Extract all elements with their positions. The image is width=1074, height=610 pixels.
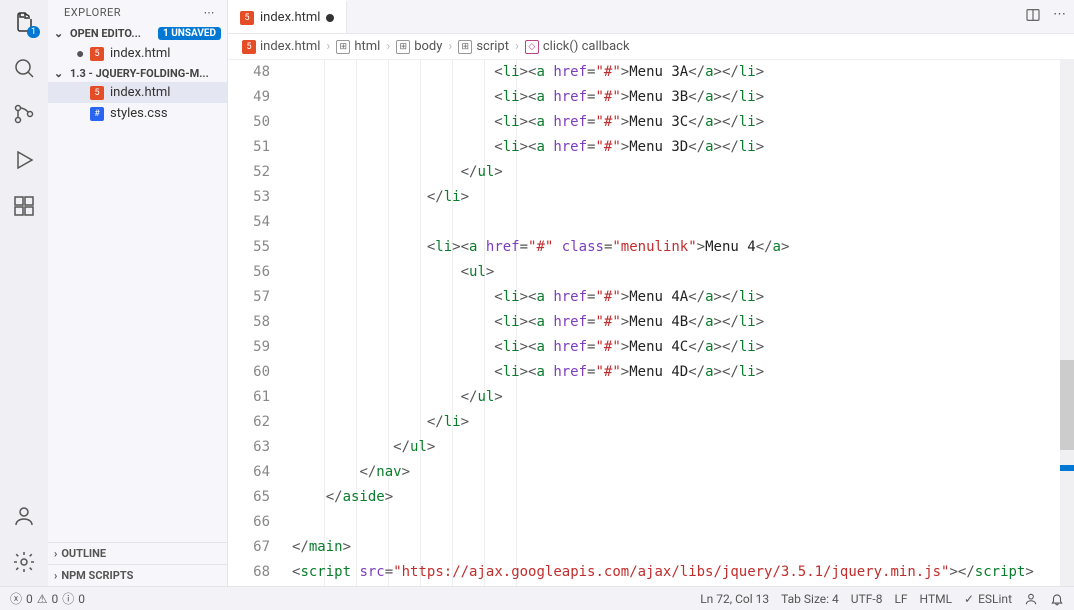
search-icon[interactable] — [10, 54, 38, 82]
open-editors-label: OPEN EDITO... — [70, 27, 141, 40]
line-gutter: 48 49 50 51 52 53 54 55 56 57 58 59 60 6… — [228, 60, 288, 586]
unsaved-badge: 1 UNSAVED — [158, 27, 221, 40]
html-file-icon: 5 — [90, 47, 104, 61]
chevron-right-icon: › — [54, 547, 57, 560]
encoding[interactable]: UTF-8 — [851, 592, 883, 606]
modified-dot-icon: ● — [76, 45, 84, 62]
editor-tab[interactable]: 5 index.html — [228, 0, 347, 33]
open-editors-header[interactable]: ⌄ OPEN EDITO... 1 UNSAVED — [48, 25, 227, 42]
activity-bar: 1 — [0, 0, 48, 586]
extensions-icon[interactable] — [10, 192, 38, 220]
method-icon: ◇ — [525, 40, 539, 54]
status-bar: ⓧ0 ⚠0 ⓘ0 Ln 72, Col 13 Tab Size: 4 UTF-8… — [0, 586, 1074, 610]
info-icon: ⓘ — [62, 590, 74, 607]
file-item[interactable]: 5 index.html — [48, 82, 227, 103]
html-file-icon: 5 — [240, 11, 254, 25]
explorer-more-icon[interactable]: ⋯ — [204, 6, 216, 19]
editor-tabs: 5 index.html ⋯ — [228, 0, 1074, 34]
minimap-thumb[interactable] — [1060, 360, 1074, 450]
code-editor[interactable]: 48 49 50 51 52 53 54 55 56 57 58 59 60 6… — [228, 60, 1074, 586]
breadcrumb[interactable]: 5 index.html › ⊞ html › ⊞ body › ⊞ script › ◇ click()… — [228, 34, 1074, 60]
breadcrumb-label: index.html — [260, 39, 320, 54]
error-icon: ⓧ — [10, 590, 22, 607]
html-file-icon: 5 — [242, 40, 256, 54]
breadcrumb-label: script — [476, 39, 509, 54]
cursor-position[interactable]: Ln 72, Col 13 — [700, 592, 769, 606]
chevron-right-icon: › — [515, 39, 519, 54]
explorer-sidebar: EXPLORER ⋯ ⌄ OPEN EDITO... 1 UNSAVED ●5i… — [48, 0, 228, 586]
problems-status[interactable]: ⓧ0 ⚠0 ⓘ0 — [10, 590, 85, 607]
symbol-icon: ⊞ — [336, 40, 350, 54]
breadcrumb-item[interactable]: ⊞ html — [336, 39, 380, 54]
split-editor-icon[interactable] — [1025, 7, 1041, 27]
run-debug-icon[interactable] — [10, 146, 38, 174]
breadcrumb-item[interactable]: ⊞ script — [458, 39, 509, 54]
eslint-icon: ✓ — [964, 592, 974, 606]
minimap[interactable] — [1060, 60, 1074, 586]
eol[interactable]: LF — [894, 592, 907, 606]
folder-label: 1.3 - JQUERY-FOLDING-M... — [70, 67, 209, 80]
chevron-right-icon: › — [448, 39, 452, 54]
warning-icon: ⚠ — [37, 592, 48, 606]
account-icon[interactable] — [10, 502, 38, 530]
chevron-down-icon: ⌄ — [54, 67, 66, 80]
npm-scripts-header[interactable]: › NPM SCRIPTS — [48, 564, 227, 586]
explorer-header: EXPLORER ⋯ — [48, 0, 227, 25]
tab-label: index.html — [260, 10, 320, 25]
file-item[interactable]: # styles.css — [48, 103, 227, 124]
html-file-icon: 5 — [90, 86, 104, 100]
breadcrumb-item[interactable]: ⊞ body — [396, 39, 442, 54]
more-actions-icon[interactable]: ⋯ — [1053, 7, 1066, 27]
chevron-right-icon: › — [54, 569, 57, 582]
explorer-badge: 1 — [27, 26, 40, 38]
symbol-icon: ⊞ — [458, 40, 472, 54]
folder-header[interactable]: ⌄ 1.3 - JQUERY-FOLDING-M... — [48, 65, 227, 82]
symbol-icon: ⊞ — [396, 40, 410, 54]
settings-gear-icon[interactable] — [10, 548, 38, 576]
breadcrumb-item[interactable]: 5 index.html — [242, 39, 320, 54]
chevron-down-icon: ⌄ — [54, 27, 66, 40]
language-mode[interactable]: HTML — [920, 592, 953, 606]
outline-label: OUTLINE — [61, 547, 106, 560]
code-content[interactable]: <li><a href="#">Menu 3A</a></li> <li><a … — [288, 60, 1060, 586]
css-file-icon: # — [90, 107, 104, 121]
explorer-icon[interactable]: 1 — [10, 8, 38, 36]
outline-header[interactable]: › OUTLINE — [48, 542, 227, 564]
source-control-icon[interactable] — [10, 100, 38, 128]
file-name: index.html — [110, 46, 170, 61]
open-editor-item[interactable]: ● 5 index.html — [48, 42, 227, 65]
modified-dot-icon — [326, 14, 334, 22]
file-name: index.html — [110, 85, 170, 100]
notifications-icon[interactable] — [1050, 592, 1064, 606]
npm-scripts-label: NPM SCRIPTS — [61, 569, 133, 582]
eslint-status[interactable]: ✓ESLint — [964, 592, 1012, 606]
breadcrumb-item[interactable]: ◇ click() callback — [525, 39, 630, 54]
breadcrumb-label: click() callback — [543, 39, 630, 54]
tab-size[interactable]: Tab Size: 4 — [781, 592, 839, 606]
breadcrumb-label: body — [414, 39, 442, 54]
feedback-icon[interactable] — [1024, 592, 1038, 606]
explorer-title: EXPLORER — [64, 6, 121, 19]
minimap-marker — [1060, 465, 1074, 471]
file-name: styles.css — [110, 106, 168, 121]
editor-area: 5 index.html ⋯ 5 index.html › ⊞ html › ⊞ body › ⊞ s… — [228, 0, 1074, 586]
chevron-right-icon: › — [386, 39, 390, 54]
breadcrumb-label: html — [354, 39, 380, 54]
chevron-right-icon: › — [326, 39, 330, 54]
